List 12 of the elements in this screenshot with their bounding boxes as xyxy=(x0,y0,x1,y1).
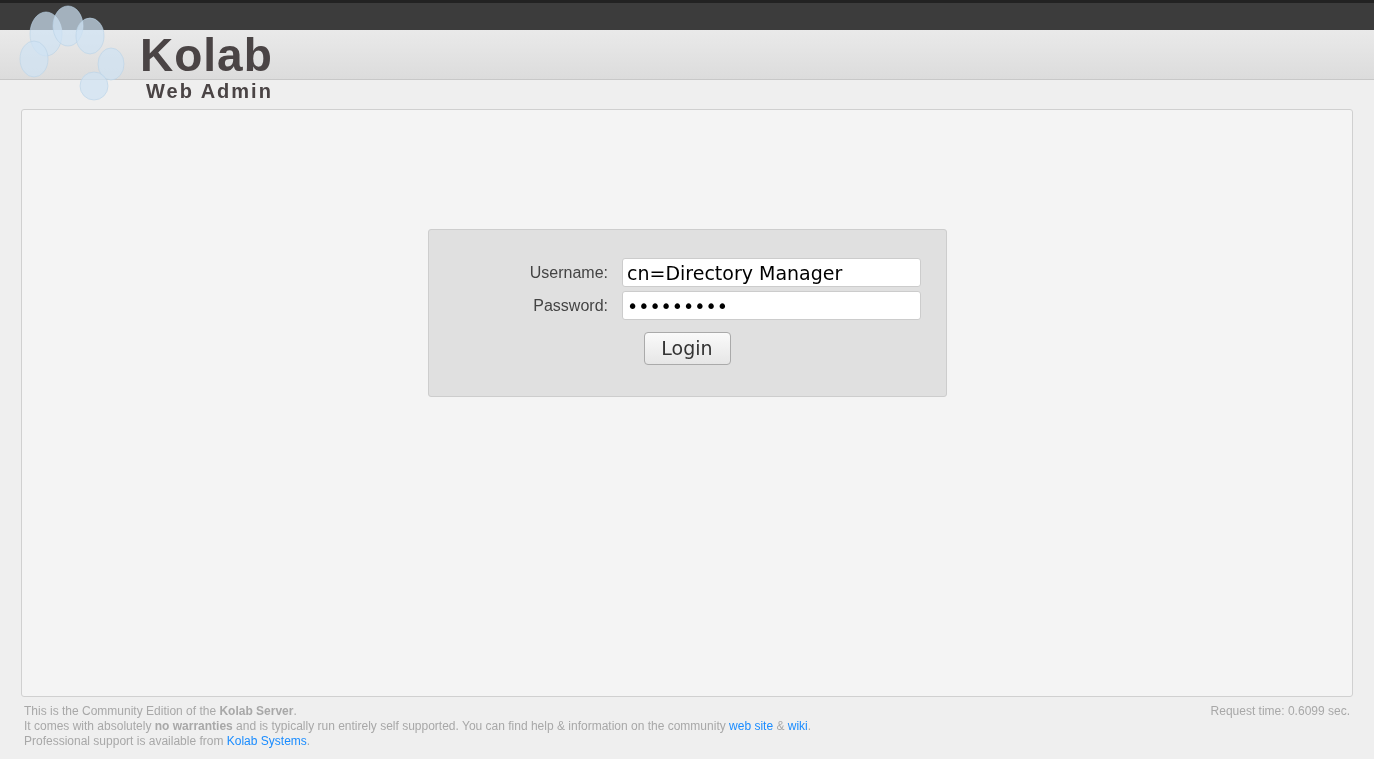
footer-text: Professional support is available from Kolab Systems. xyxy=(24,734,312,749)
flower-logo-icon xyxy=(16,4,128,104)
request-time: Request time: 0.6099 sec. xyxy=(1210,704,1350,720)
input-field[interactable]: ••••••••• xyxy=(622,291,921,320)
field-label: Username: xyxy=(528,262,608,283)
login-button[interactable]: Login xyxy=(643,332,731,365)
footer-text: It comes with absolutely no warranties and is typically run entirely self supported. You can find help & information on the community web site & wiki. xyxy=(24,719,812,734)
logo-title: Kolab xyxy=(140,30,273,80)
input-field[interactable]: cn=Directory Manager xyxy=(622,258,921,287)
footer-text: This is the Community Edition of the Kolab Server. xyxy=(24,704,298,719)
logo-subtitle: Web Admin xyxy=(146,80,273,102)
field-label: Password: xyxy=(532,295,608,316)
